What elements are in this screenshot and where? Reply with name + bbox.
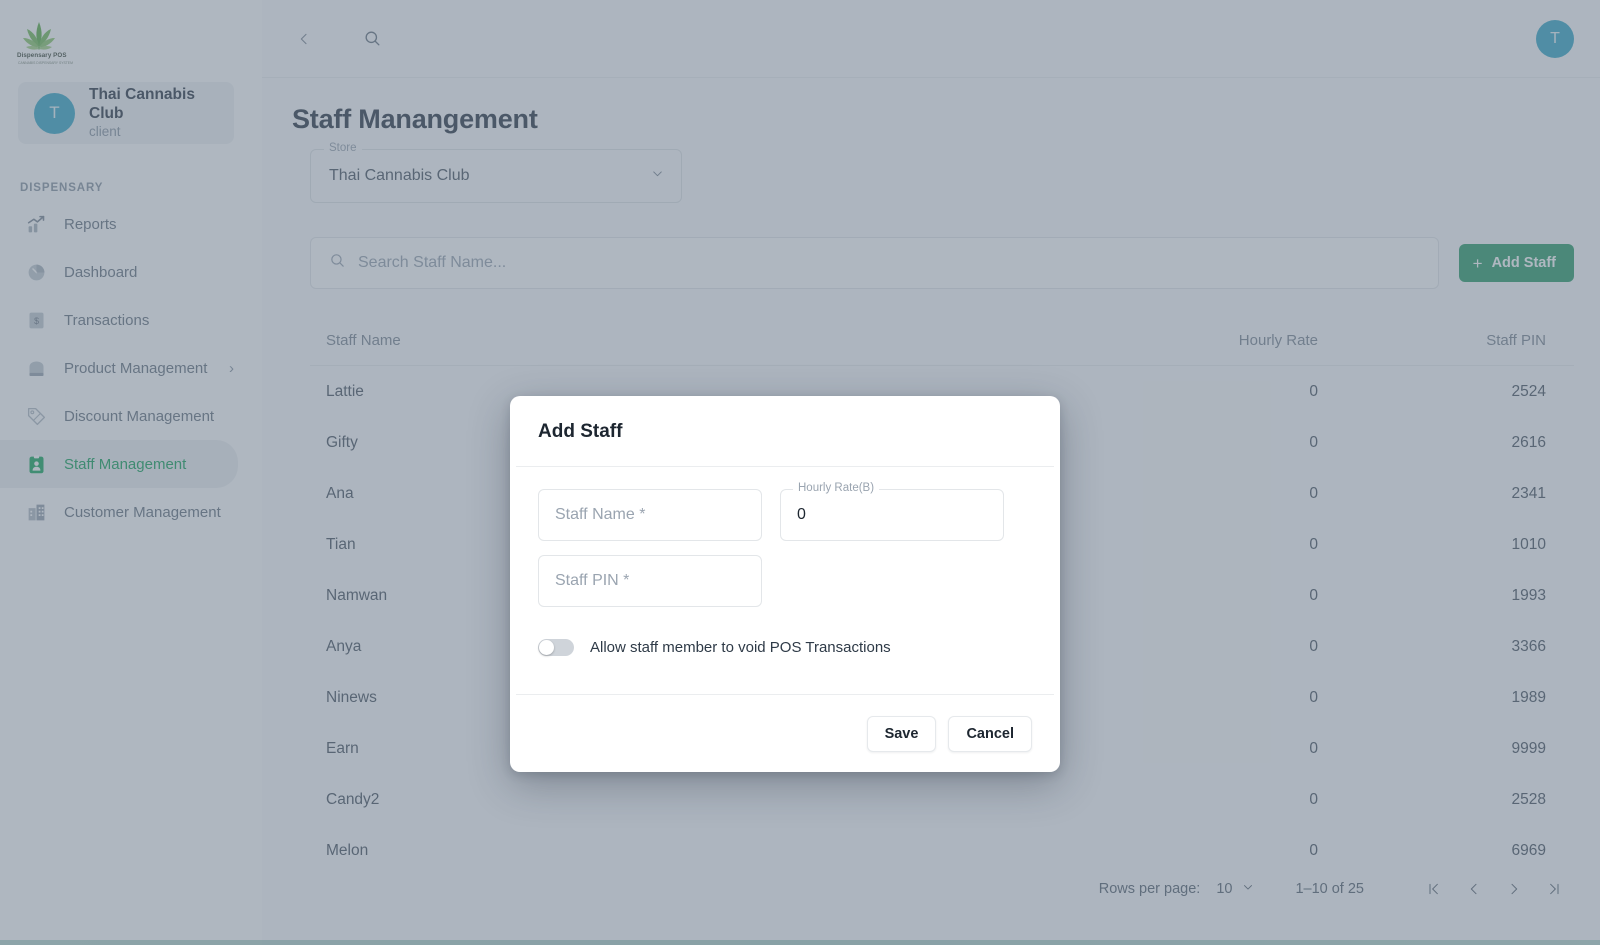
staff-pin-field[interactable] <box>538 555 762 607</box>
application-root: Dispensary POS CANNABIS DISPENSARY SYSTE… <box>0 0 1600 945</box>
hourly-rate-legend: Hourly Rate(B) <box>793 482 880 494</box>
hourly-rate-field[interactable]: Hourly Rate(B) <box>780 482 1004 541</box>
dialog-footer: Save Cancel <box>516 694 1054 772</box>
dialog-title: Add Staff <box>538 421 623 442</box>
save-button[interactable]: Save <box>866 715 937 752</box>
dialog-body: Hourly Rate(B) Allow staff member to voi… <box>510 467 1060 694</box>
staff-name-input[interactable] <box>555 506 745 524</box>
staff-name-field[interactable] <box>538 489 762 541</box>
void-permission-row: Allow staff member to void POS Transacti… <box>538 639 1032 656</box>
void-transactions-label: Allow staff member to void POS Transacti… <box>590 639 891 656</box>
toggle-knob <box>539 640 554 655</box>
staff-pin-input[interactable] <box>555 572 745 590</box>
cancel-button[interactable]: Cancel <box>948 715 1032 752</box>
hourly-rate-input[interactable] <box>797 506 987 524</box>
dialog-field-row-1: Hourly Rate(B) <box>538 482 1032 541</box>
add-staff-dialog: Add Staff Hourly Rate(B) <box>510 396 1060 772</box>
void-transactions-toggle[interactable] <box>538 639 574 656</box>
dialog-field-row-2 <box>538 555 1032 607</box>
